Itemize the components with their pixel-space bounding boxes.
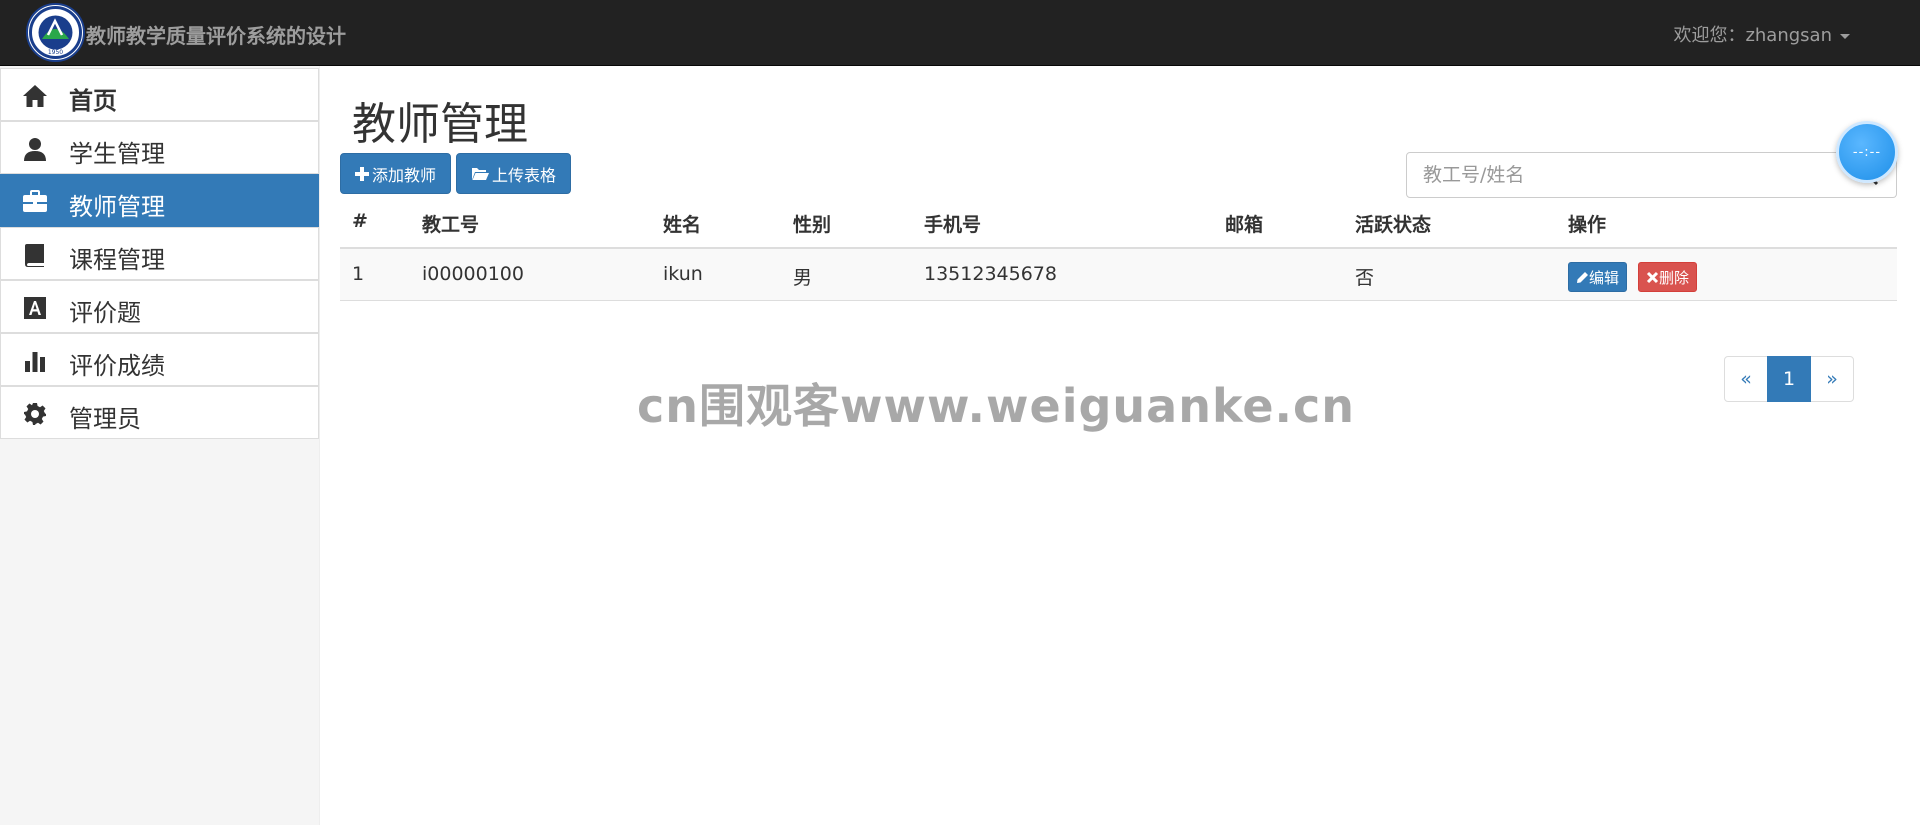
cell-gender: 男: [793, 267, 813, 289]
book-icon: [21, 241, 49, 269]
page-title: 教师管理: [352, 99, 528, 150]
user-icon: [21, 135, 49, 163]
pagination: « 1 »: [1724, 356, 1854, 402]
text-icon: [21, 294, 49, 322]
sidebar-item-home[interactable]: 首页: [0, 68, 319, 121]
pencil-icon: [1577, 271, 1588, 283]
cell-active: 否: [1355, 267, 1375, 289]
floating-widget[interactable]: --:--: [1836, 121, 1898, 183]
watermark: cn围观客www.weiguanke.cn: [637, 379, 1356, 433]
top-navbar: 1950 教师教学质量评价系统的设计 欢迎您：zhangsan: [0, 0, 1920, 66]
delete-button[interactable]: 删除: [1638, 262, 1698, 292]
sidebar-item-courses[interactable]: 课程管理: [0, 227, 319, 280]
upload-sheet-button[interactable]: 上传表格: [456, 153, 572, 194]
sidebar-item-label: 评价成绩: [69, 352, 165, 380]
sidebar-item-students[interactable]: 学生管理: [0, 121, 319, 174]
logo-year: 1950: [48, 49, 63, 56]
sidebar-item-admin[interactable]: 管理员: [0, 386, 319, 439]
home-icon: [21, 82, 49, 110]
column-header-name: 姓名: [663, 214, 702, 236]
brand-title[interactable]: 教师教学质量评价系统的设计: [86, 20, 346, 49]
column-header-gender: 性别: [793, 214, 832, 236]
school-logo[interactable]: 1950: [26, 3, 85, 62]
bar-chart-icon: [21, 347, 49, 375]
caret-down-icon: [1840, 33, 1850, 39]
sidebar-item-scores[interactable]: 评价成绩: [0, 333, 319, 386]
column-header-email: 邮箱: [1225, 214, 1264, 236]
sidebar-item-teachers[interactable]: 教师管理: [0, 174, 319, 227]
column-header-active: 活跃状态: [1355, 214, 1432, 236]
cell-phone: 13512345678: [924, 263, 1057, 285]
upload-sheet-label: 上传表格: [492, 165, 557, 185]
user-menu[interactable]: 欢迎您：zhangsan: [1673, 21, 1850, 47]
close-icon: [1646, 271, 1659, 283]
column-header-emp-no: 教工号: [422, 214, 480, 236]
edit-label: 编辑: [1589, 268, 1620, 287]
add-teacher-label: 添加教师: [372, 165, 437, 185]
welcome-text: 欢迎您：zhangsan: [1673, 25, 1832, 46]
delete-label: 删除: [1659, 268, 1690, 287]
sidebar-item-label: 学生管理: [69, 140, 165, 168]
search-input[interactable]: [1406, 152, 1846, 198]
pagination-next[interactable]: »: [1810, 356, 1854, 402]
pagination-prev[interactable]: «: [1724, 356, 1768, 402]
sidebar-item-label: 评价题: [69, 299, 141, 327]
edit-button[interactable]: 编辑: [1568, 262, 1628, 292]
briefcase-icon: [21, 188, 49, 216]
floating-widget-text: --:--: [1852, 144, 1882, 160]
sidebar: 首页 学生管理 教师管理 课程管理 评价题 评价成绩 管理员: [0, 66, 320, 825]
sidebar-item-label: 教师管理: [69, 193, 165, 221]
plus-icon: [355, 166, 369, 181]
cell-emp-no: i00000100: [422, 263, 524, 285]
cell-name: ikun: [663, 263, 703, 285]
column-header-phone: 手机号: [924, 214, 982, 236]
column-header-index: #: [352, 210, 368, 232]
folder-open-icon: [472, 167, 489, 180]
column-header-actions: 操作: [1568, 214, 1607, 236]
gear-icon: [21, 400, 49, 428]
add-teacher-button[interactable]: 添加教师: [340, 153, 452, 194]
pagination-page-1[interactable]: 1: [1767, 356, 1811, 402]
sidebar-item-label: 首页: [69, 87, 117, 115]
sidebar-item-questions[interactable]: 评价题: [0, 280, 319, 333]
sidebar-item-label: 管理员: [69, 405, 141, 433]
sidebar-item-label: 课程管理: [69, 246, 165, 274]
cell-index: 1: [352, 263, 365, 285]
